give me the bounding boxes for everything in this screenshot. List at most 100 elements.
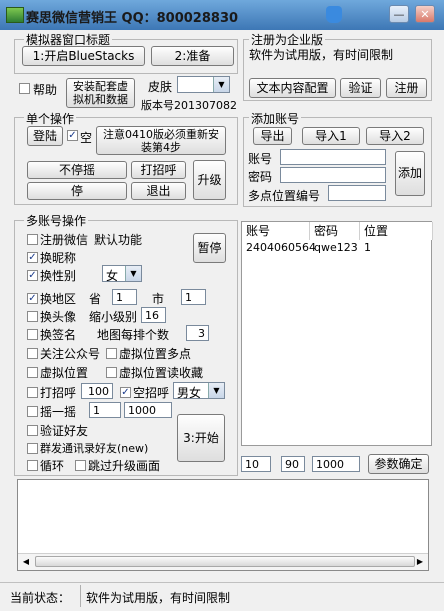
empty-checkbox[interactable]	[67, 130, 78, 141]
virtual-read-checkbox[interactable]	[106, 367, 117, 378]
add-account-legend: 添加账号	[249, 110, 302, 127]
register-wechat-checkbox[interactable]	[27, 234, 38, 245]
start-button[interactable]: 3:开始	[177, 414, 225, 462]
close-button[interactable]: ✕	[415, 5, 435, 23]
gender-select-value: 女	[106, 269, 119, 283]
greet-count-input[interactable]: 100	[81, 383, 113, 399]
change-nick-checkbox[interactable]	[27, 252, 38, 263]
change-gender-checkbox[interactable]	[27, 270, 38, 281]
change-avatar-label: 换头像	[40, 310, 77, 324]
scroll-left-icon[interactable]: ◀	[19, 555, 33, 568]
greet-button[interactable]: 打招呼	[131, 161, 186, 179]
greet-gender-value: 男女	[177, 386, 202, 400]
follow-public-checkbox[interactable]	[27, 348, 38, 359]
change-nick-label: 换昵称	[40, 251, 77, 265]
prepare-button[interactable]: 2:准备	[151, 46, 234, 66]
multi-op-legend: 多账号操作	[24, 212, 89, 229]
skin-label: 皮肤	[148, 80, 173, 94]
shake-input-1[interactable]: 1	[89, 402, 121, 418]
text-config-button[interactable]: 文本内容配置	[249, 78, 336, 98]
exit-button[interactable]: 退出	[131, 182, 186, 200]
map-per-row-label: 地图每排个数	[97, 328, 170, 342]
change-region-checkbox[interactable]	[27, 293, 38, 304]
empty-greet-checkbox[interactable]	[120, 387, 131, 398]
table-cell-location[interactable]: 1	[360, 241, 371, 254]
map-per-row-input[interactable]: 3	[186, 325, 209, 341]
add-account-button[interactable]: 添加	[395, 151, 425, 196]
import1-button[interactable]: 导入1	[302, 127, 360, 145]
import2-button[interactable]: 导入2	[366, 127, 424, 145]
app-icon	[6, 7, 24, 23]
change-sign-label: 换签名	[40, 328, 77, 342]
greet-checkbox[interactable]	[27, 387, 38, 398]
params-confirm-button[interactable]: 参数确定	[368, 454, 429, 474]
status-bar: 当前状态： 软件为试用版，有时间限制	[0, 582, 444, 611]
follow-public-label: 关注公众号	[40, 347, 101, 361]
account-input[interactable]	[280, 149, 386, 165]
register-button[interactable]: 注册	[386, 78, 427, 98]
virtual-location-label: 虚拟位置	[40, 366, 89, 380]
skin-select[interactable]: ▼	[177, 76, 230, 93]
mass-send-label: 群发通讯录好友(new)	[40, 442, 149, 455]
shrink-level-label: 缩小级别	[89, 310, 138, 324]
status-label: 当前状态：	[10, 591, 71, 605]
status-divider	[80, 585, 81, 607]
login-button[interactable]: 登陆	[27, 126, 63, 146]
skip-upgrade-checkbox[interactable]	[75, 460, 86, 471]
column-header-password[interactable]: 密码	[310, 222, 360, 240]
single-op-legend: 单个操作	[24, 110, 77, 127]
install-vm-button[interactable]: 安装配套虚拟机和数据	[66, 78, 135, 108]
password-input[interactable]	[280, 167, 386, 183]
title-bar: 赛思微信营销王 QQ：800028830 — ✕	[0, 0, 444, 30]
province-input[interactable]: 1	[112, 289, 137, 305]
shake-checkbox[interactable]	[27, 406, 38, 417]
param-input-3[interactable]: 1000	[312, 456, 360, 472]
param-input-1[interactable]: 10	[241, 456, 271, 472]
location-input[interactable]	[328, 185, 386, 201]
help-label: 帮助	[33, 83, 58, 97]
notice-reinstall-button[interactable]: 注意0410版必须重新安装第4步	[96, 126, 226, 155]
column-header-account[interactable]: 账号	[242, 222, 310, 240]
default-func-label: 默认功能	[94, 233, 143, 247]
param-input-2[interactable]: 90	[281, 456, 305, 472]
pause-button[interactable]: 暂停	[193, 233, 226, 263]
accounts-table[interactable]: 账号 密码 位置 2404060564 qwe123 1	[241, 221, 433, 446]
change-sign-checkbox[interactable]	[27, 329, 38, 340]
trial-note: 软件为试用版，有时间限制	[249, 48, 394, 62]
empty-label: 空	[80, 131, 93, 145]
city-input[interactable]: 1	[181, 289, 206, 305]
status-text: 软件为试用版，有时间限制	[86, 591, 231, 605]
greet-gender-select[interactable]: 男女 ▼	[173, 382, 225, 400]
change-avatar-checkbox[interactable]	[27, 311, 38, 322]
gender-select[interactable]: 女 ▼	[102, 265, 142, 283]
verify-friend-checkbox[interactable]	[27, 425, 38, 436]
change-gender-label: 换性别	[40, 269, 77, 283]
shrink-level-input[interactable]: 16	[141, 307, 166, 323]
help-checkbox[interactable]	[19, 83, 30, 94]
loop-checkbox[interactable]	[27, 460, 38, 471]
window-title: 赛思微信营销王 QQ：800028830	[26, 11, 239, 26]
export-button[interactable]: 导出	[253, 127, 292, 145]
open-bluestacks-button[interactable]: 1:开启BlueStacks	[22, 46, 145, 66]
change-region-label: 换地区	[40, 292, 77, 306]
shake-input-2[interactable]: 1000	[124, 402, 172, 418]
verify-button[interactable]: 验证	[340, 78, 381, 98]
version-label: 版本号201307082	[141, 99, 237, 112]
table-cell-password[interactable]: qwe123	[310, 241, 358, 254]
column-header-location[interactable]: 位置	[360, 222, 433, 240]
password-label: 密码	[248, 170, 273, 184]
scrollbar-thumb[interactable]	[35, 556, 415, 567]
virtual-location-checkbox[interactable]	[27, 367, 38, 378]
stop-button[interactable]: 停	[27, 182, 127, 200]
mass-send-checkbox[interactable]	[27, 443, 38, 454]
log-textarea[interactable]: ◀ ▶	[17, 479, 429, 571]
no-shake-button[interactable]: 不停摇	[27, 161, 127, 179]
upgrade-button[interactable]: 升级	[193, 160, 226, 200]
skin-shirt-icon[interactable]	[326, 6, 342, 23]
greet-label: 打招呼	[40, 386, 77, 400]
horizontal-scrollbar[interactable]: ◀ ▶	[18, 553, 428, 570]
scroll-right-icon[interactable]: ▶	[413, 555, 427, 568]
virtual-multi-checkbox[interactable]	[106, 348, 117, 359]
table-cell-account[interactable]: 2404060564	[242, 241, 316, 254]
minimize-button[interactable]: —	[389, 5, 409, 23]
